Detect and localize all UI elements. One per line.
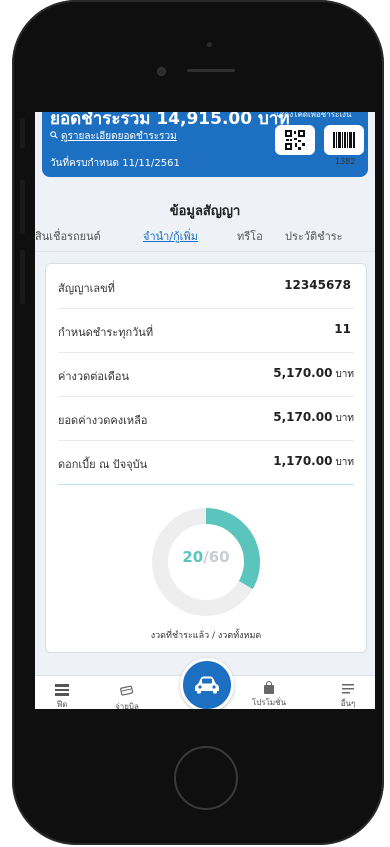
contract-number-value: 12345678 [284, 278, 351, 292]
remaining-installment-value: 5,170.00 บาท [273, 410, 354, 424]
barcode-number: 1382 [335, 157, 356, 166]
camera-dot [207, 42, 212, 47]
due-day-label: กำหนดชำระทุกวันที่ [58, 326, 154, 339]
tab-pawn-extra-loan[interactable]: จำนำ/กู้เพิ่ม [143, 227, 198, 245]
nav-pay-bill[interactable]: จ่ายบิล [102, 684, 152, 709]
car-home-button[interactable] [180, 658, 234, 709]
nav-pay-bill-label: จ่ายบิล [115, 702, 139, 709]
volume-up-button [20, 180, 25, 234]
payment-detail-link[interactable]: ดูรายละเอียดยอดชำระรวม [50, 129, 177, 144]
remaining-installment-label: ยอดค่างวดคงเหลือ [58, 414, 148, 427]
contract-row: กำหนดชำระทุกวันที่ 11 [58, 308, 354, 353]
contract-number-label: สัญญาเลขที่ [58, 282, 115, 295]
bill-icon [102, 684, 152, 698]
contract-row: สัญญาเลขที่ 12345678 [58, 264, 354, 309]
front-camera [157, 67, 166, 76]
section-title: ข้อมูลสัญญา [169, 204, 241, 219]
search-icon [50, 131, 58, 142]
nav-feed[interactable]: ฟีด [37, 684, 87, 709]
nav-more[interactable]: อื่นๆ [323, 684, 373, 709]
menu-icon [342, 684, 354, 695]
qr-code-icon [285, 130, 305, 150]
contract-info-card: สัญญาเลขที่ 12345678 กำหนดชำระทุกวันที่ … [45, 263, 367, 653]
app-screen: ยอดชำระรวม 14,915.00 บาท ดูรายละเอียดยอด… [35, 112, 375, 709]
installments-total: /60 [203, 548, 230, 566]
due-day-value: 11 [334, 322, 351, 336]
nav-feed-label: ฟีด [56, 700, 68, 709]
monthly-installment-label: ค่างวดต่อเดือน [58, 370, 130, 383]
home-button[interactable] [174, 746, 238, 810]
barcode-button[interactable] [324, 125, 364, 155]
payment-detail-label: ดูรายละเอียดยอดชำระรวม [61, 131, 177, 142]
installment-progress-donut: 20/60 [148, 504, 264, 620]
promotion-icon [264, 681, 274, 694]
current-interest-label: ดอกเบี้ย ณ ปัจจุบัน [58, 458, 148, 471]
payment-summary-card: ยอดชำระรวม 14,915.00 บาท ดูรายละเอียดยอด… [42, 112, 368, 177]
tab-divider [35, 251, 375, 252]
installment-count: 20/60 [148, 548, 264, 566]
nav-more-label: อื่นๆ [340, 699, 356, 708]
nav-promotion-label: โปรโมชั่น [251, 698, 287, 707]
contract-row: ยอดค่างวดคงเหลือ 5,170.00 บาท [58, 396, 354, 441]
show-code-label: แสดงโค้ดเพื่อชำระเงิน [274, 112, 352, 119]
qr-code-button[interactable] [275, 125, 315, 155]
car-icon [195, 676, 219, 694]
contract-row: ดอกเบี้ย ณ ปัจจุบัน 1,170.00 บาท [58, 440, 354, 485]
installments-paid: 20 [182, 548, 204, 566]
barcode-icon [333, 132, 355, 148]
tab-payment-history[interactable]: ประวัติชำระ [285, 227, 343, 245]
contract-tabs: สินเชื่อรถยนต์ จำนำ/กู้เพิ่ม ทรีโอ ประวั… [35, 227, 375, 249]
monthly-installment-value: 5,170.00 บาท [273, 366, 354, 380]
tab-trio[interactable]: ทรีโอ [237, 227, 263, 245]
mute-switch [20, 118, 25, 148]
earpiece-speaker [187, 69, 235, 72]
nav-promotion[interactable]: โปรโมชั่น [244, 681, 294, 709]
volume-down-button [20, 250, 25, 304]
tab-car-loan[interactable]: สินเชื่อรถยนต์ [35, 227, 101, 245]
due-date: วันที่ครบกำหนด 11/11/2561 [50, 158, 180, 169]
current-interest-value: 1,170.00 บาท [273, 454, 354, 468]
contract-row: ค่างวดต่อเดือน 5,170.00 บาท [58, 352, 354, 397]
installment-caption: งวดที่ชำระแล้ว / งวดทั้งหมด [150, 631, 262, 641]
feed-icon [55, 684, 69, 696]
